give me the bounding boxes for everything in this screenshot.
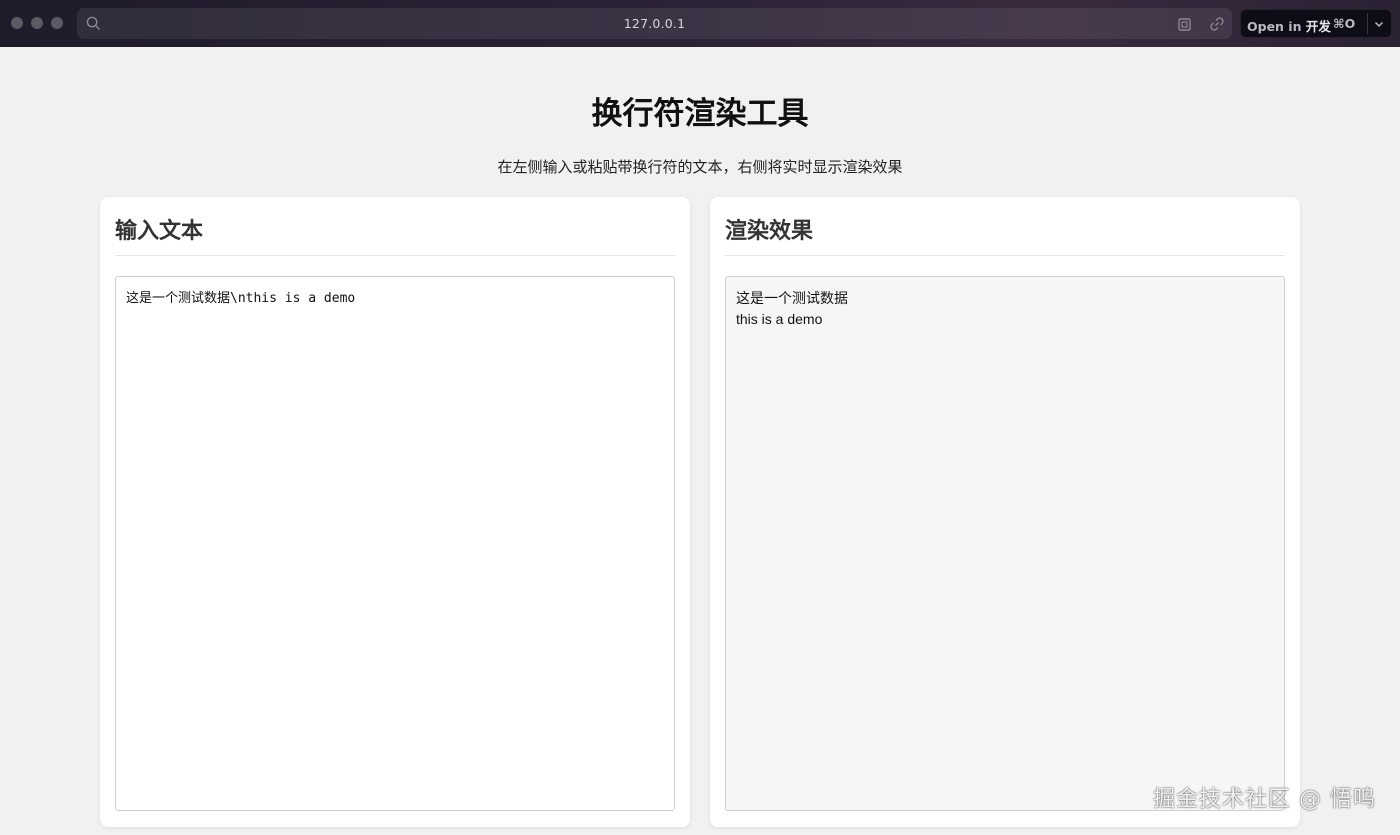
render-output: 这是一个测试数据 this is a demo [725,276,1285,811]
watermark: 掘金技术社区 @ 悟鸣 [1153,787,1376,812]
open-in-shortcut: ⌘O [1333,16,1356,31]
divider [1367,13,1368,34]
open-in-label: Open in 开发 [1247,19,1331,34]
page-title: 换行符渲染工具 [591,96,809,132]
divider [115,255,675,256]
browser-toolbar: 127.0.0.1 Open in 开发 ⌘O [0,0,1400,47]
input-panel-heading: 输入文本 [115,219,204,244]
input-panel: 输入文本 [100,197,690,827]
link-icon[interactable] [1208,15,1226,33]
page-subtitle: 在左侧输入或粘贴带换行符的文本，右侧将实时显示渲染效果 [497,158,903,176]
url-text: 127.0.0.1 [623,16,686,31]
output-panel-heading: 渲染效果 [725,219,814,244]
output-panel: 渲染效果 这是一个测试数据 this is a demo [710,197,1300,827]
chevron-down-icon[interactable] [1373,18,1385,30]
divider [725,255,1285,256]
address-bar[interactable]: 127.0.0.1 [77,8,1232,39]
window-controls [11,17,63,29]
text-input[interactable] [115,276,675,811]
open-in-button[interactable]: Open in 开发 ⌘O [1240,9,1392,38]
close-window-button[interactable] [11,17,23,29]
extension-icon[interactable] [1176,15,1194,33]
minimize-window-button[interactable] [31,17,43,29]
maximize-window-button[interactable] [51,17,63,29]
